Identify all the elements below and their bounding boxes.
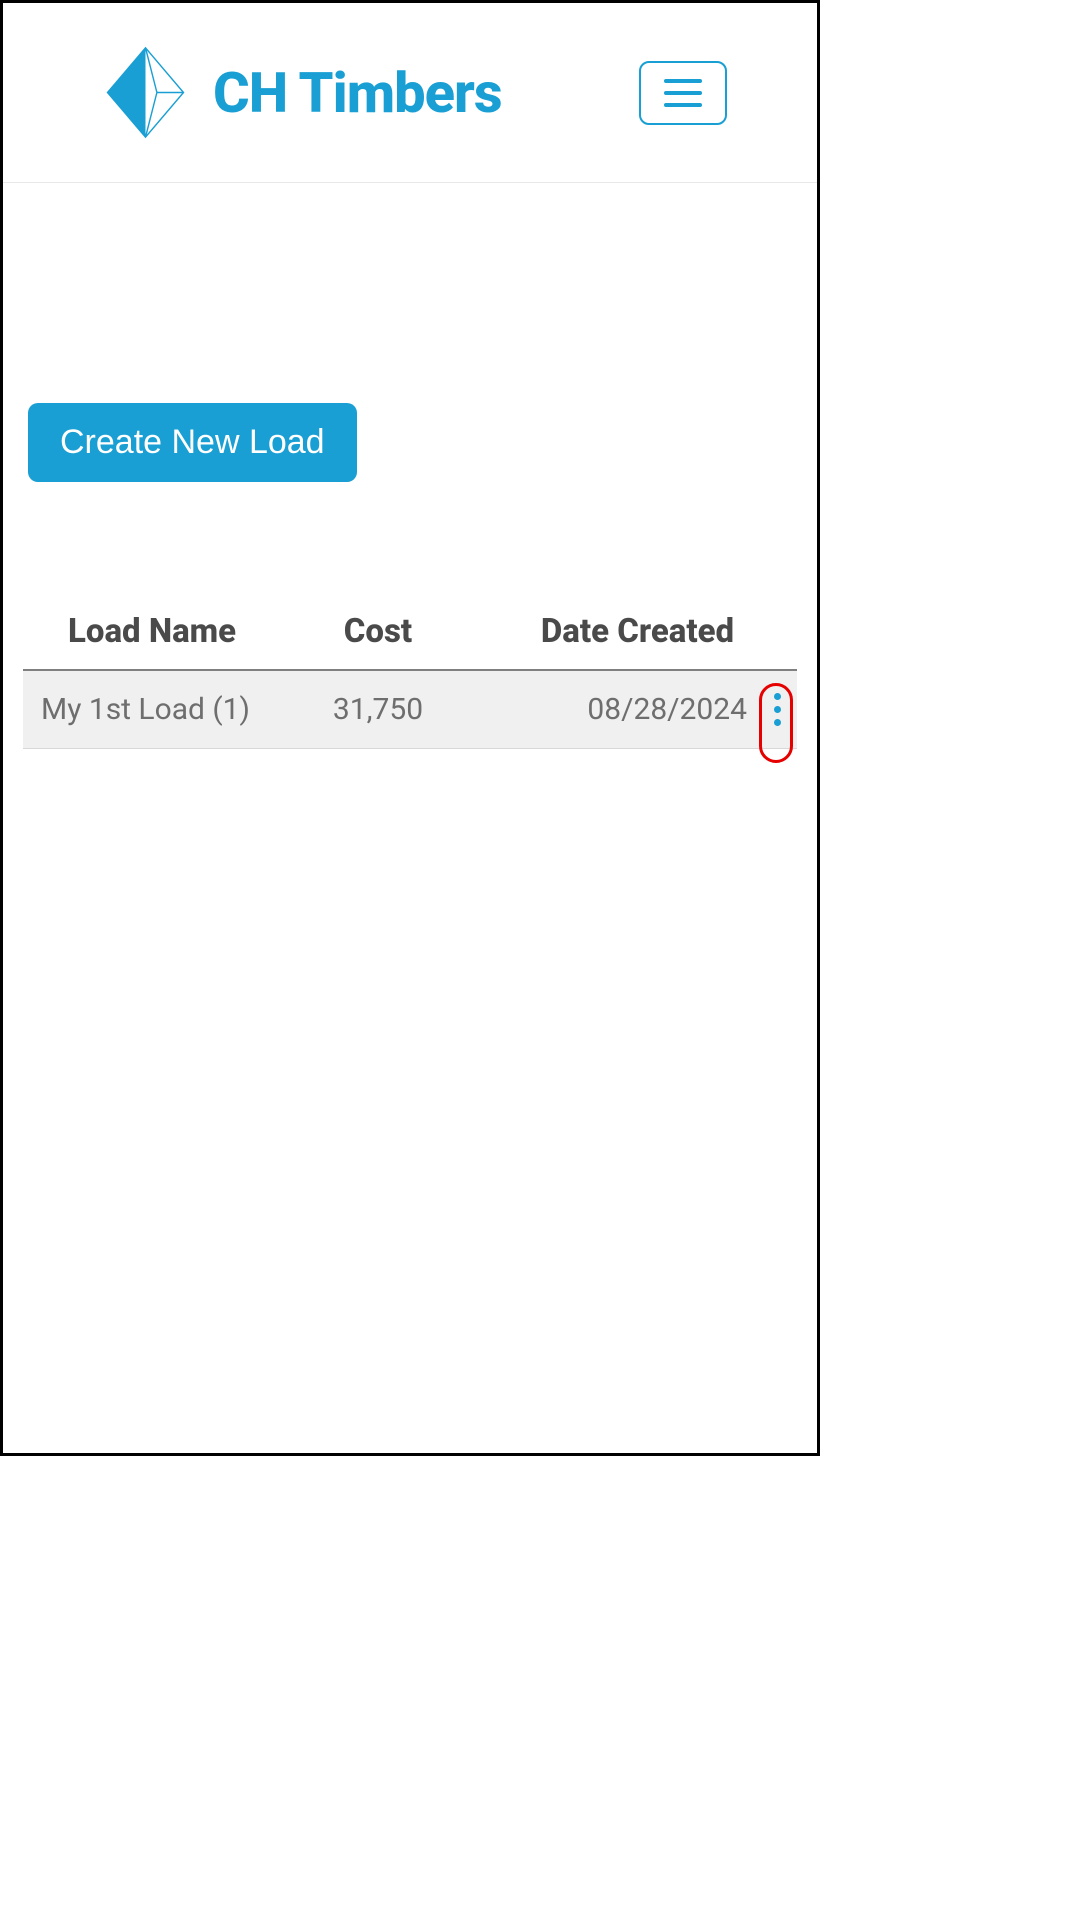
more-vertical-icon — [774, 693, 781, 700]
hamburger-icon — [664, 79, 702, 107]
brand[interactable]: CH Timbers — [98, 45, 502, 140]
cell-load-name: My 1st Load (1) — [23, 692, 298, 727]
column-header-date-created: Date Created — [458, 612, 797, 651]
table-header: Load Name Cost Date Created — [23, 612, 797, 671]
brand-name: CH Timbers — [213, 60, 502, 126]
header: CH Timbers — [3, 3, 817, 183]
loads-table: Load Name Cost Date Created My 1st Load … — [23, 612, 797, 749]
create-new-load-button[interactable]: Create New Load — [28, 403, 357, 482]
main-content: Create New Load Load Name Cost Date Crea… — [3, 183, 817, 749]
column-header-load-name: Load Name — [23, 612, 298, 651]
table-row[interactable]: My 1st Load (1) 31,750 08/28/2024 — [23, 671, 797, 749]
column-header-cost: Cost — [298, 612, 458, 651]
brand-logo-icon — [98, 45, 193, 140]
cell-actions — [757, 685, 797, 734]
cell-cost: 31,750 — [298, 692, 458, 727]
row-actions-button[interactable] — [766, 685, 789, 734]
cell-date-created: 08/28/2024 — [458, 692, 757, 727]
menu-button[interactable] — [639, 61, 727, 125]
